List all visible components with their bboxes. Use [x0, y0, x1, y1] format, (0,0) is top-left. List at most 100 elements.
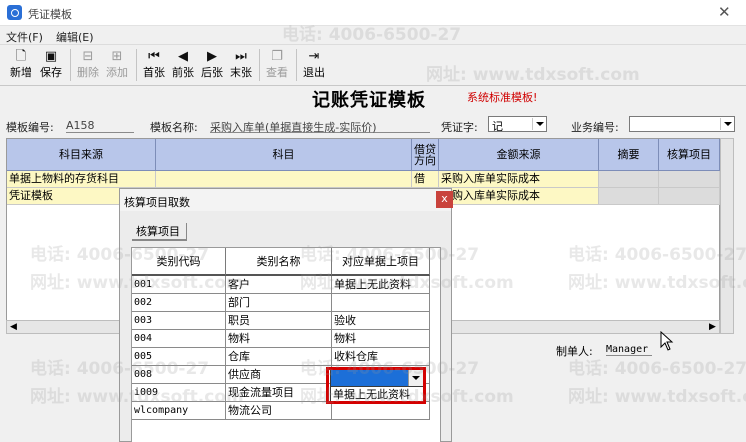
column-header[interactable]: 类别名称 [226, 248, 332, 276]
menu-bar: 文件(F) 编辑(E) [0, 27, 746, 44]
accounting-item-dialog: 核算项目取数 x 核算项目 类别代码 类别名称 对应单据上项目 001 客户 单… [119, 188, 453, 442]
template-no-field[interactable]: A158 [66, 119, 134, 133]
chevron-down-icon [720, 118, 733, 130]
table-cell[interactable]: 仓库 [226, 348, 332, 366]
window-close-button[interactable]: ✕ [718, 3, 731, 21]
system-standard-tag: 系统标准模板! [467, 91, 538, 104]
column-header[interactable]: 摘要 [599, 139, 659, 171]
maker-value: Manager [606, 344, 653, 356]
add-button[interactable]: ⊞ 添加 [102, 48, 132, 84]
delete-button[interactable]: ⊟ 删除 [73, 48, 103, 84]
table-cell[interactable]: 验收 [332, 312, 430, 330]
previous-record-icon: ◀ [178, 49, 188, 64]
table-cell[interactable]: 001 [132, 276, 226, 294]
table-cell[interactable]: 008 [132, 366, 226, 384]
table-cell[interactable] [599, 188, 659, 205]
vertical-scrollbar[interactable] [720, 138, 734, 334]
table-cell[interactable]: 借 [412, 171, 439, 188]
table-cell[interactable]: 供应商 [226, 366, 332, 384]
first-record-button[interactable]: ⏮ 首张 [139, 48, 169, 84]
save-button[interactable]: ▣ 保存 [36, 48, 66, 84]
menu-edit[interactable]: 编辑(E) [56, 29, 94, 45]
dialog-title: 核算项目取数 [124, 196, 190, 209]
last-record-label: 末张 [230, 66, 252, 79]
table-cell[interactable]: 002 [132, 294, 226, 312]
table-cell[interactable]: 003 [132, 312, 226, 330]
view-button-label: 查看 [266, 66, 288, 79]
toolbar-separator [296, 49, 297, 81]
last-record-button[interactable]: ⏭ 末张 [226, 48, 256, 84]
voucher-word-select[interactable]: 记 [488, 116, 547, 133]
exit-button[interactable]: ⇥ 退出 [299, 48, 329, 84]
view-button[interactable]: ❐ 查看 [262, 48, 292, 84]
toolbar-separator [136, 49, 137, 81]
voucher-word-value: 记 [492, 120, 503, 133]
table-cell[interactable] [659, 188, 720, 205]
mouse-cursor-icon [660, 331, 674, 351]
table-cell[interactable] [156, 171, 412, 188]
table-cell[interactable]: 单据上物料的存货科目 [7, 171, 156, 188]
table-cell[interactable] [332, 402, 430, 420]
column-header[interactable]: 金额来源 [439, 139, 599, 171]
accounting-item-table[interactable]: 类别代码 类别名称 对应单据上项目 001 客户 单据上无此资料 002 部门 … [131, 247, 441, 442]
column-header[interactable]: 核算项目 [659, 139, 720, 171]
table-cell[interactable]: 采购入库单实际成本 [439, 171, 599, 188]
save-button-label: 保存 [40, 66, 62, 79]
table-cell[interactable]: 物料 [332, 330, 430, 348]
save-disk-icon: ▣ [44, 49, 58, 64]
column-header[interactable]: 对应单据上项目 [332, 248, 430, 276]
table-cell[interactable]: 客户 [226, 276, 332, 294]
column-header[interactable]: 科目 [156, 139, 412, 171]
table-cell[interactable] [599, 171, 659, 188]
table-cell[interactable]: 物料 [226, 330, 332, 348]
table-cell[interactable]: wlcompany [132, 402, 226, 420]
toolbar-separator [259, 49, 260, 81]
chevron-down-icon [532, 118, 545, 130]
column-header[interactable]: 借贷方向 [412, 139, 439, 171]
table-cell[interactable]: 物流公司 [226, 402, 332, 420]
column-header[interactable]: 类别代码 [132, 248, 226, 276]
maker-label: 制单人: [556, 345, 593, 358]
template-no-label: 模板编号: [6, 121, 54, 134]
table-cell[interactable]: 收料仓库 [332, 348, 430, 366]
scroll-left-icon[interactable]: ◀ [10, 323, 17, 332]
table-cell[interactable]: 004 [132, 330, 226, 348]
previous-record-button[interactable]: ◀ 前张 [168, 48, 198, 84]
first-record-icon: ⏮ [148, 49, 160, 64]
next-record-icon: ▶ [207, 49, 217, 64]
new-button[interactable]: 🗋 新增 [6, 48, 36, 84]
next-record-button[interactable]: ▶ 后张 [197, 48, 227, 84]
delete-row-icon: ⊟ [82, 49, 94, 64]
add-row-icon: ⊞ [111, 49, 123, 64]
business-no-label: 业务编号: [571, 121, 619, 134]
table-cell[interactable] [332, 294, 430, 312]
business-no-select[interactable] [629, 116, 735, 132]
table-cell[interactable]: 005 [132, 348, 226, 366]
next-record-label: 后张 [201, 66, 223, 79]
window-titlebar: 凭证模板 ✕ [0, 0, 746, 26]
table-cell[interactable]: 采购入库单实际成本 [439, 188, 599, 205]
table-cell[interactable]: 单据上无此资料 [332, 276, 430, 294]
table-cell[interactable] [659, 171, 720, 188]
toolbar-separator [70, 49, 71, 81]
template-name-field[interactable]: 采购入库单(单据直接生成-实际价) [210, 119, 430, 134]
watermark-phone: 电话: 4006-6500-27 [568, 359, 746, 379]
dialog-close-button[interactable]: x [436, 191, 453, 208]
new-document-icon: 🗋 [15, 49, 27, 64]
tab-accounting-items[interactable]: 核算项目 [132, 223, 187, 241]
column-header[interactable]: 科目来源 [7, 139, 156, 171]
window-title: 凭证模板 [28, 8, 72, 21]
watermark-site: 网址: www.tdxsoft.com [568, 387, 746, 407]
exit-button-label: 退出 [303, 66, 325, 79]
table-cell[interactable]: 职员 [226, 312, 332, 330]
exit-door-icon: ⇥ [308, 49, 320, 64]
table-cell[interactable]: 现金流量项目 [226, 384, 332, 402]
last-record-icon: ⏭ [235, 49, 247, 64]
new-button-label: 新增 [10, 66, 32, 79]
previous-record-label: 前张 [172, 66, 194, 79]
dialog-titlebar: 核算项目取数 [120, 189, 451, 211]
menu-file[interactable]: 文件(F) [6, 29, 43, 45]
table-cell[interactable]: 部门 [226, 294, 332, 312]
table-cell[interactable]: i009 [132, 384, 226, 402]
scroll-right-icon[interactable]: ▶ [709, 323, 716, 332]
